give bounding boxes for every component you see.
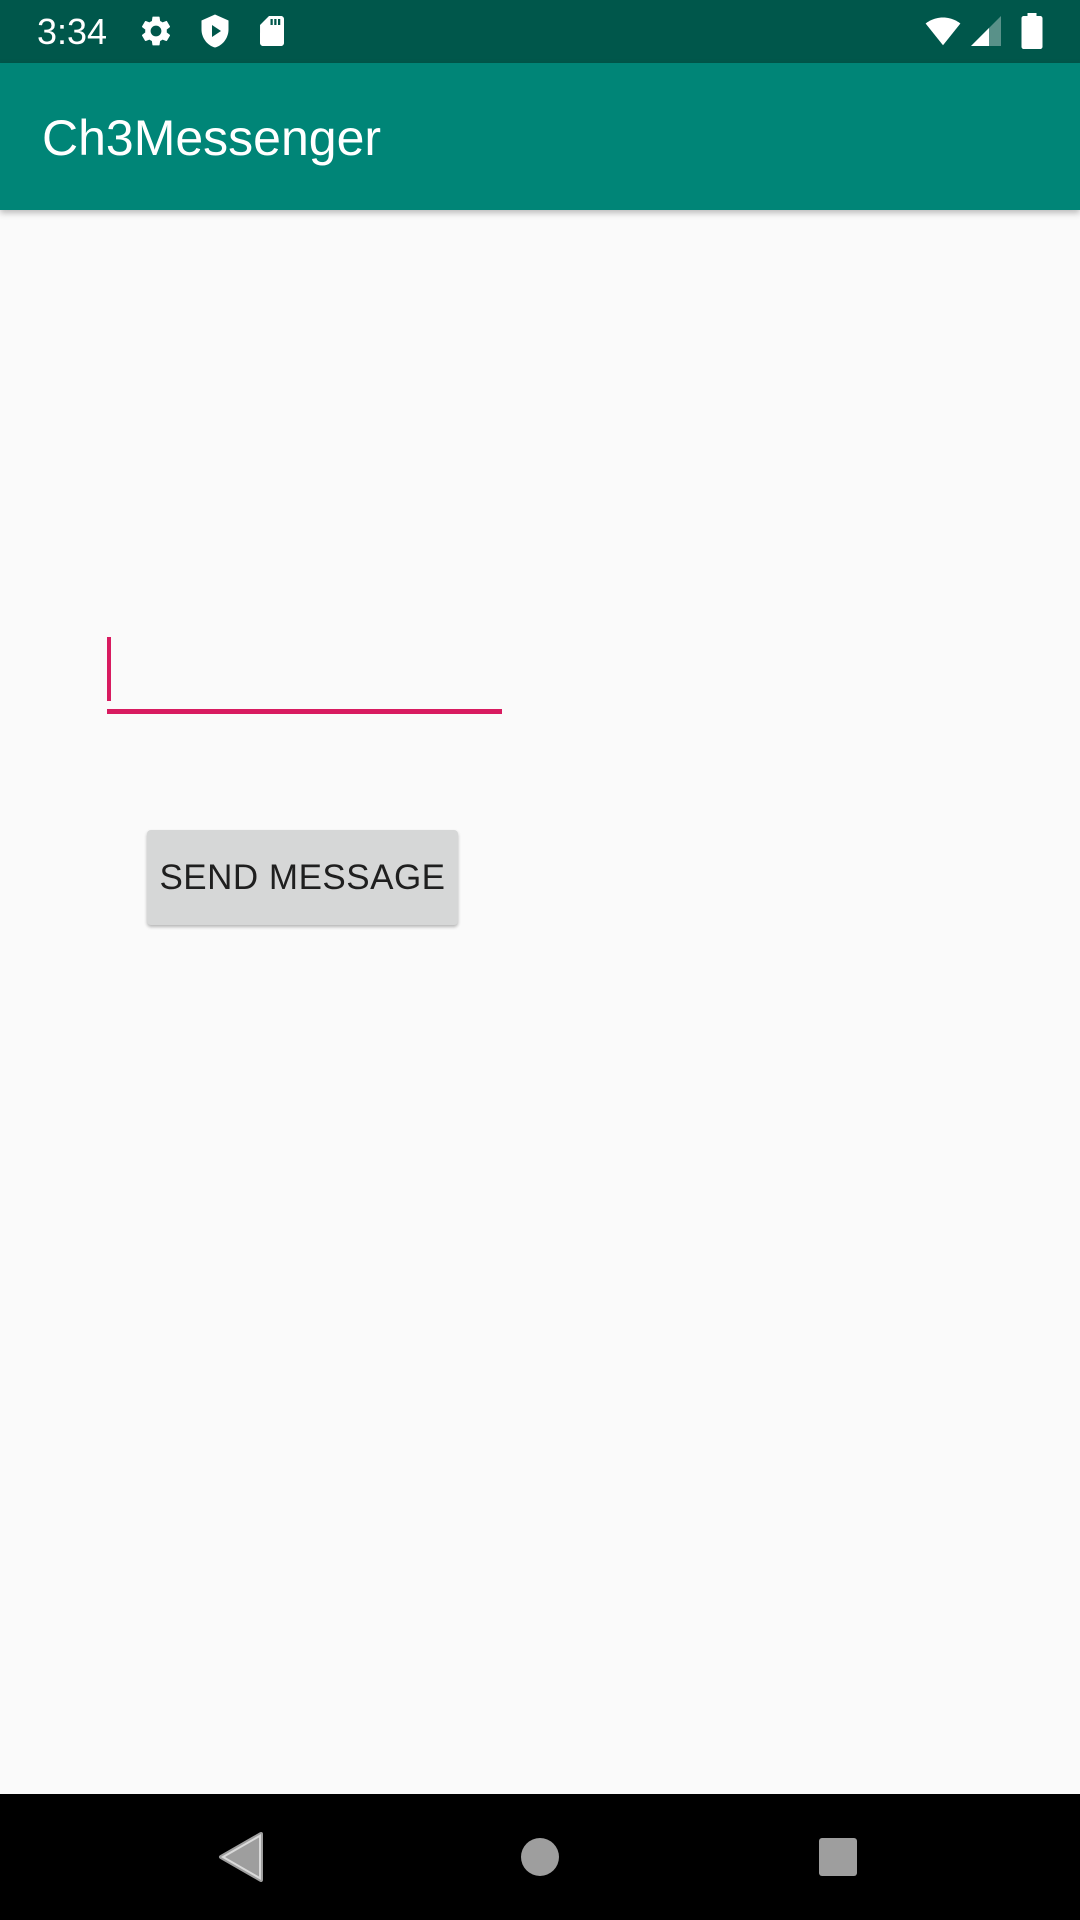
recents-icon[interactable] — [800, 1819, 876, 1895]
send-message-button[interactable]: SEND MESSAGE — [147, 830, 458, 925]
battery-icon — [1018, 13, 1046, 49]
text-cursor — [107, 637, 111, 701]
sd-card-icon — [254, 13, 290, 49]
input-underline — [107, 709, 502, 714]
main-content: SEND MESSAGE — [0, 210, 1080, 1794]
settings-icon — [138, 13, 174, 49]
back-icon[interactable] — [202, 1819, 278, 1895]
app-title: Ch3Messenger — [42, 110, 382, 166]
home-icon[interactable] — [502, 1819, 578, 1895]
status-bar: 3:34 — [0, 0, 1080, 63]
navigation-bar — [0, 1794, 1080, 1920]
message-input[interactable] — [107, 620, 502, 708]
message-input-container — [107, 620, 502, 715]
screen: 3:34 Ch3Messenger SEND MESSAGE — [0, 0, 1080, 1920]
app-bar: Ch3Messenger — [0, 63, 1080, 210]
shield-play-icon — [197, 13, 233, 49]
status-time: 3:34 — [37, 11, 108, 52]
wifi-icon — [920, 13, 966, 49]
signal-icon — [968, 13, 1004, 49]
